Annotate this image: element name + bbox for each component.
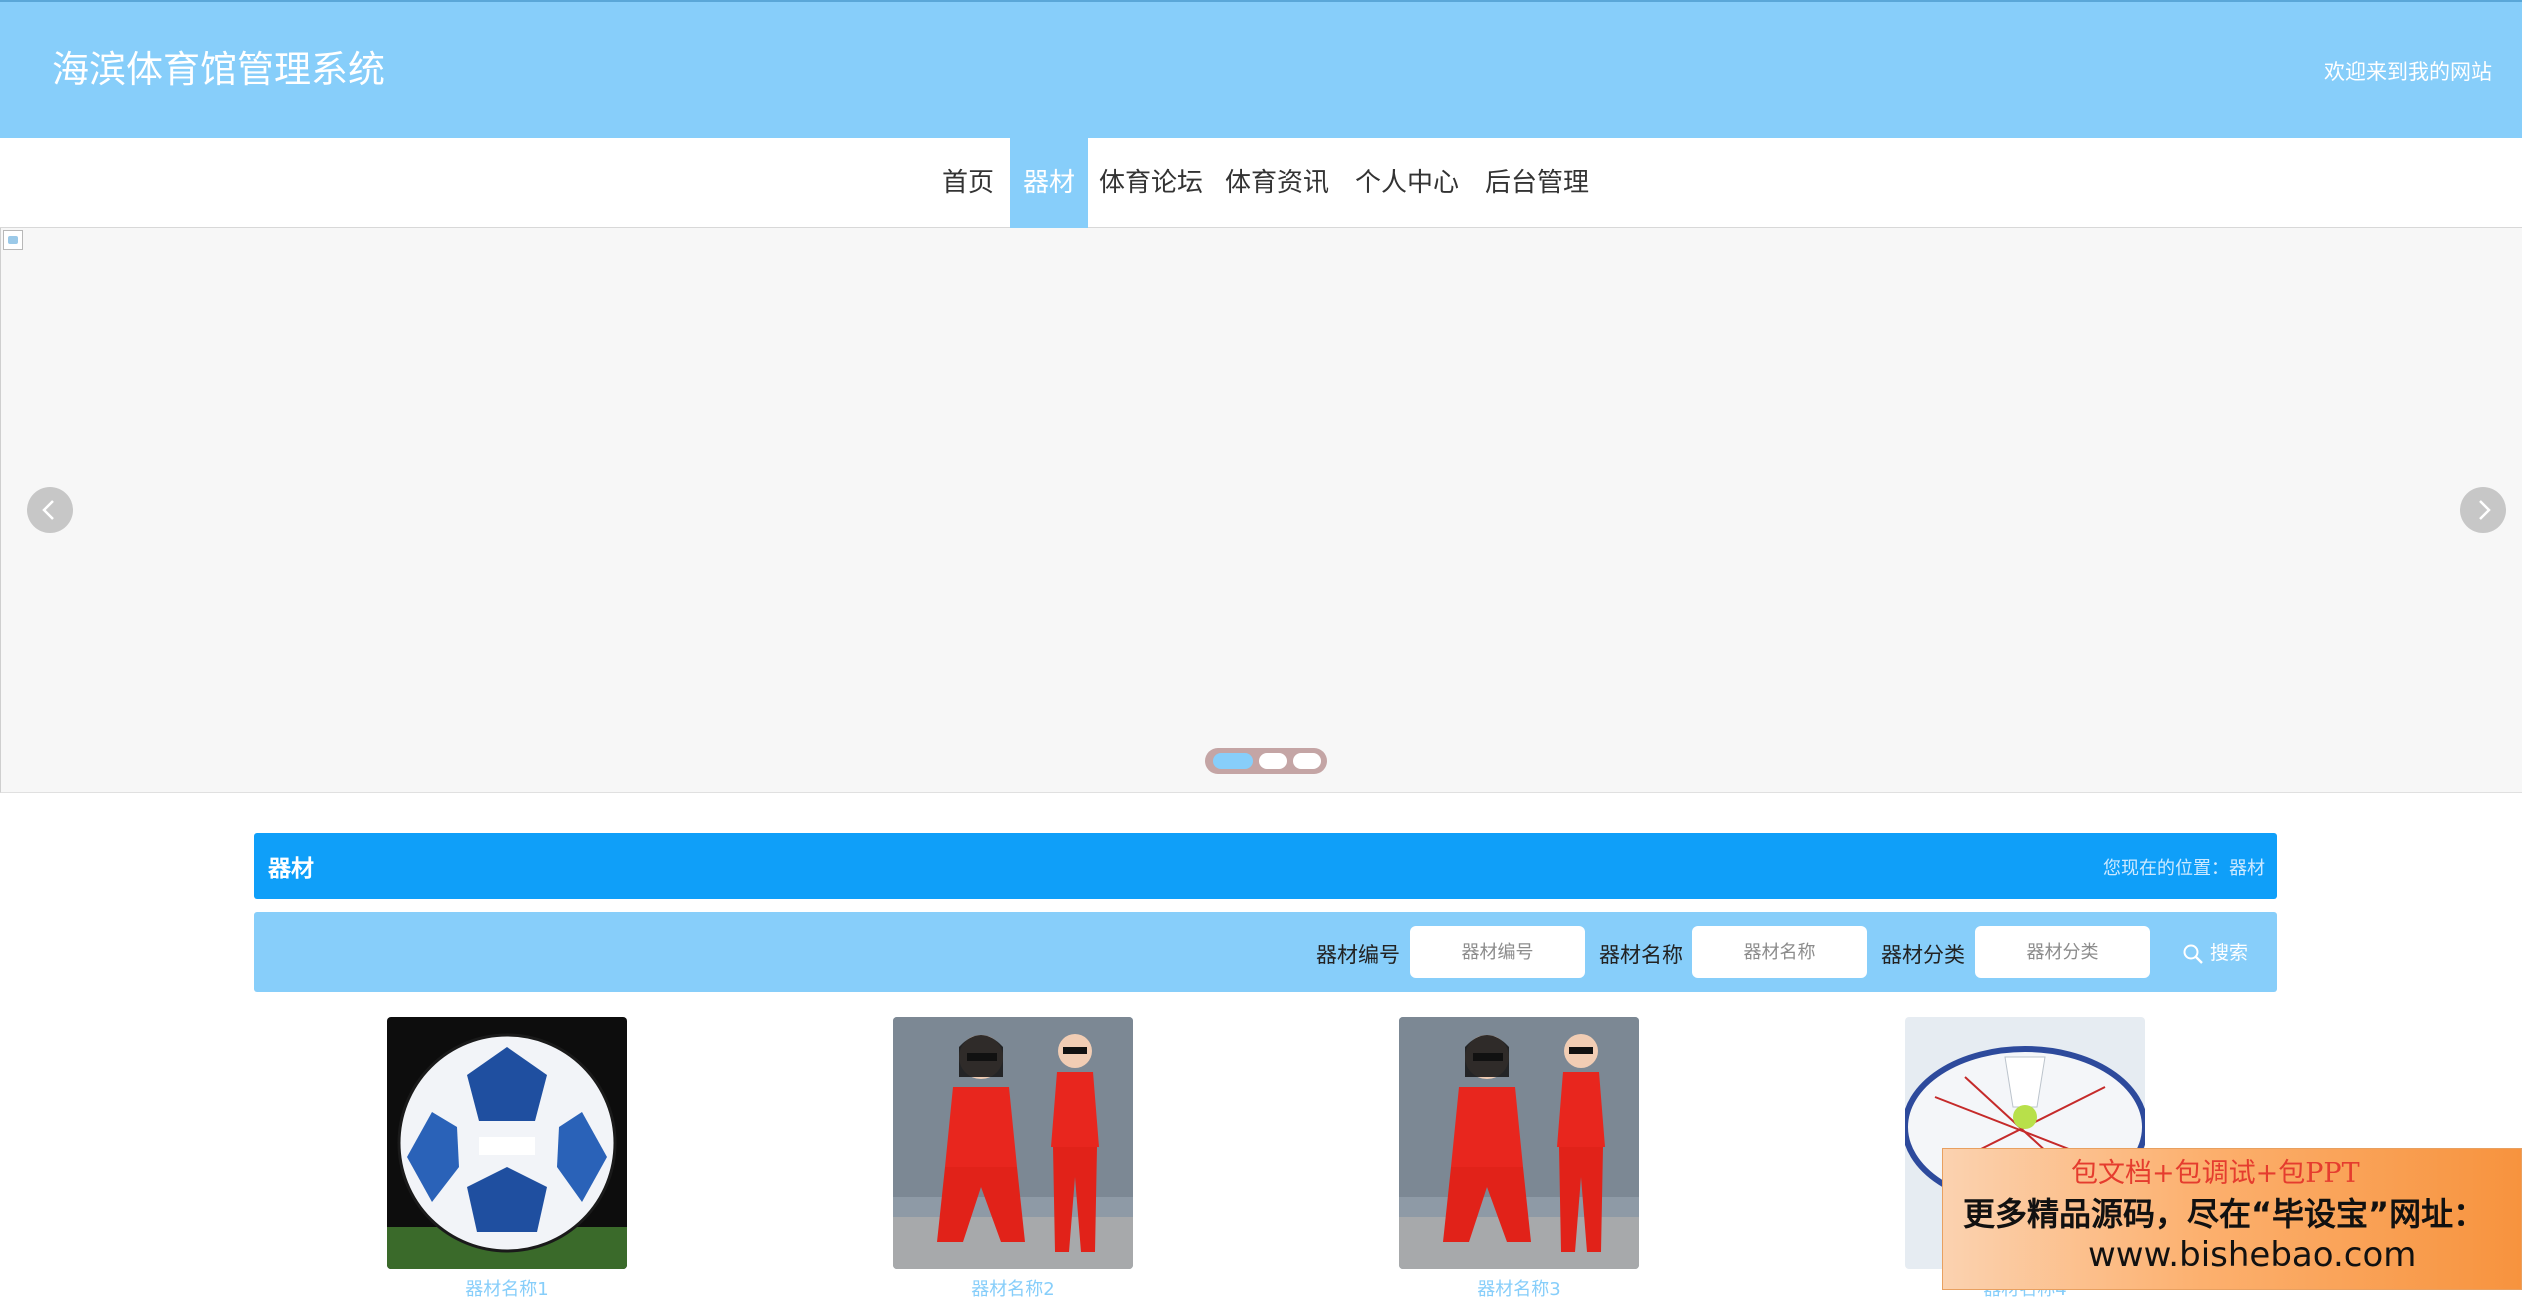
promo-banner[interactable]: 包文档+包调试+包PPT 更多精品源码，尽在“毕设宝”网址： www.bishe…: [1942, 1148, 2522, 1290]
promo-line-2: 更多精品源码，尽在“毕设宝”网址：: [1963, 1195, 2486, 1233]
search-icon: [2183, 944, 2203, 964]
chevron-left-icon: [42, 500, 54, 520]
nav-item-home[interactable]: 首页: [930, 138, 1006, 228]
broken-image-icon: [3, 230, 23, 250]
product-card[interactable]: 器材名称2: [893, 1017, 1133, 1300]
top-header: 海滨体育馆管理系统 欢迎来到我的网站: [0, 0, 2522, 138]
promo-line-1: 包文档+包调试+包PPT: [2071, 1158, 2360, 1189]
carousel-dot-1[interactable]: [1213, 753, 1253, 769]
product-card[interactable]: 器材名称1: [387, 1017, 627, 1300]
section-title: 器材: [268, 856, 314, 882]
carousel-next-button[interactable]: [2460, 487, 2506, 533]
search-button[interactable]: 搜索: [2182, 938, 2248, 965]
nav-item-sports-forum[interactable]: 体育论坛: [1096, 138, 1206, 228]
product-card[interactable]: 器材名称3: [1399, 1017, 1639, 1300]
carousel-dot-2[interactable]: [1259, 753, 1287, 769]
nav-item-admin[interactable]: 后台管理: [1482, 138, 1592, 228]
equipment-category-input[interactable]: [1975, 926, 2150, 978]
product-name[interactable]: 器材名称1: [387, 1275, 627, 1301]
section-header: 器材 您现在的位置：器材: [254, 833, 2277, 899]
chevron-right-icon: [2479, 500, 2491, 520]
product-name[interactable]: 器材名称2: [893, 1275, 1133, 1301]
search-bar: 器材编号 器材名称 器材分类 搜索: [254, 912, 2277, 992]
product-image-red-tracksuit[interactable]: [1399, 1017, 1639, 1269]
product-image-red-tracksuit[interactable]: [893, 1017, 1133, 1269]
welcome-text: 欢迎来到我的网站: [2324, 60, 2492, 84]
site-title: 海滨体育馆管理系统: [52, 48, 385, 91]
equipment-code-label: 器材编号: [1316, 943, 1400, 967]
banner-carousel: [0, 228, 2522, 793]
breadcrumb-location: 您现在的位置：器材: [2103, 858, 2265, 879]
equipment-code-input[interactable]: [1410, 926, 1585, 978]
carousel-indicators: [1205, 748, 1327, 774]
product-image-soccer-ball[interactable]: [387, 1017, 627, 1269]
equipment-name-label: 器材名称: [1599, 943, 1683, 967]
main-nav: 首页 器材 体育论坛 体育资讯 个人中心 后台管理: [0, 138, 2522, 228]
nav-item-equipment[interactable]: 器材: [1010, 138, 1088, 228]
search-button-label: 搜索: [2210, 942, 2249, 964]
equipment-name-input[interactable]: [1692, 926, 1867, 978]
nav-item-personal-center[interactable]: 个人中心: [1352, 138, 1462, 228]
carousel-dot-3[interactable]: [1293, 753, 1321, 769]
carousel-prev-button[interactable]: [27, 487, 73, 533]
equipment-category-label: 器材分类: [1881, 943, 1965, 967]
promo-url[interactable]: www.bishebao.com: [2088, 1235, 2416, 1275]
product-name[interactable]: 器材名称3: [1399, 1275, 1639, 1301]
nav-item-sports-news[interactable]: 体育资讯: [1222, 138, 1332, 228]
